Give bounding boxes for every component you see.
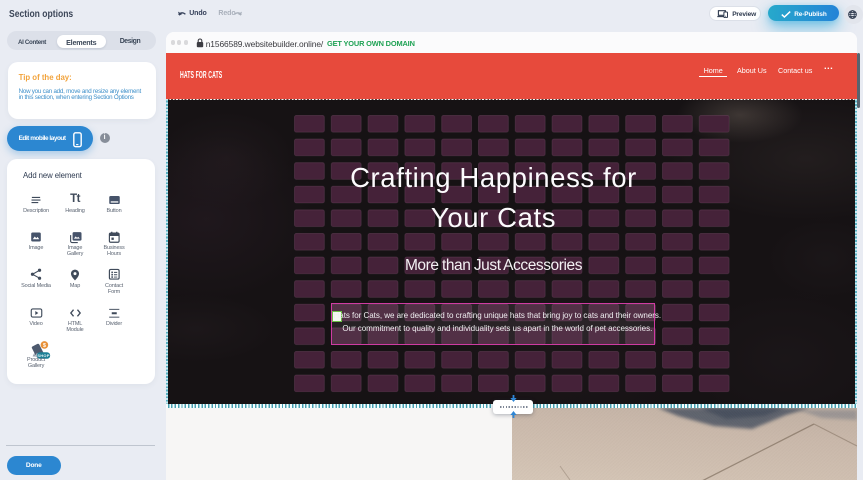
svg-text:$: $ (43, 343, 46, 349)
